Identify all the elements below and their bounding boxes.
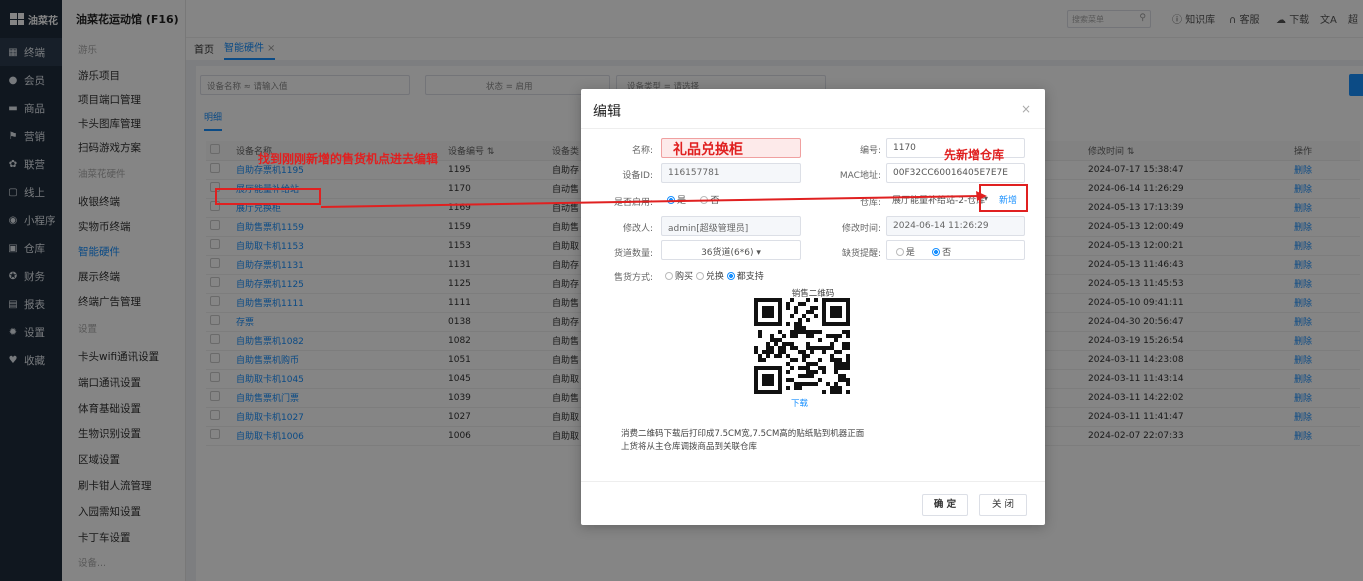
sale-exchange-radio[interactable]: 兑换	[695, 272, 724, 282]
confirm-button[interactable]: 确 定	[922, 494, 968, 516]
download-qr-link[interactable]: 下载	[791, 397, 808, 409]
warehouse-select[interactable]: 展厅能量补给站-2-仓库	[886, 189, 994, 209]
slots-select[interactable]: 36货道(6*6) ▾	[661, 240, 801, 260]
mac-field[interactable]: 00F32CC60016405E7E7E	[886, 163, 1025, 183]
sale-both-radio[interactable]: 都支持	[726, 272, 764, 282]
name-label: 名称:	[631, 146, 653, 156]
enable-label: 是否启用:	[613, 198, 653, 208]
enable-yes-radio[interactable]: 是	[667, 196, 686, 206]
dialog-footer: 确 定 关 闭	[581, 481, 1045, 525]
chevron-down-icon: ▾	[756, 248, 761, 258]
modified-time-field: 2024-06-14 11:26:29	[886, 216, 1025, 236]
annotation-edit-hint: 找到刚刚新增的售货机点进去编辑	[258, 152, 439, 166]
annotation-add-highlight	[979, 184, 1028, 212]
dialog-title: 编辑	[593, 104, 621, 120]
shortage-no-radio[interactable]: 否	[932, 248, 951, 258]
shortage-yes-radio[interactable]: 是	[895, 248, 915, 258]
qr-print-note: 消费二维码下载后打印成7.5CM宽,7.5CM高的贴纸贴到机器正面	[621, 429, 865, 439]
sale-buy-radio[interactable]: 购买	[665, 272, 693, 282]
editor-label: 修改人:	[622, 224, 653, 234]
shortage-label: 缺货提醒:	[841, 249, 881, 259]
editor-field: admin[超级管理员]	[661, 216, 801, 236]
sales-qr-code	[754, 298, 850, 394]
enable-radio-group: 是 否	[661, 189, 801, 209]
stock-note: 上货将从主仓库调拨商品到关联仓库	[621, 442, 758, 452]
annotation-add-warehouse: 先新增仓库	[944, 148, 1005, 162]
code-label: 编号:	[859, 146, 881, 156]
sale-mode-radio-group: 购买 兑换 都支持	[665, 269, 764, 282]
modified-time-label: 修改时间:	[841, 224, 881, 234]
close-icon[interactable]: ×	[1021, 102, 1031, 116]
name-input[interactable]: 礼品兑换柜	[661, 138, 801, 158]
device-id-label: 设备ID:	[622, 171, 653, 181]
slots-label: 货道数量:	[613, 249, 653, 259]
device-id-field: 116157781	[661, 163, 801, 183]
dialog-header: 编辑 ×	[581, 89, 1045, 129]
enable-no-radio[interactable]: 否	[700, 196, 719, 206]
shortage-radio-group: 是 否	[886, 240, 1025, 260]
close-button[interactable]: 关 闭	[979, 494, 1027, 516]
annotation-row-highlight	[215, 188, 321, 205]
mac-label: MAC地址:	[839, 171, 881, 181]
sale-mode-label: 售货方式:	[613, 273, 653, 283]
warehouse-label: 仓库:	[859, 198, 881, 208]
